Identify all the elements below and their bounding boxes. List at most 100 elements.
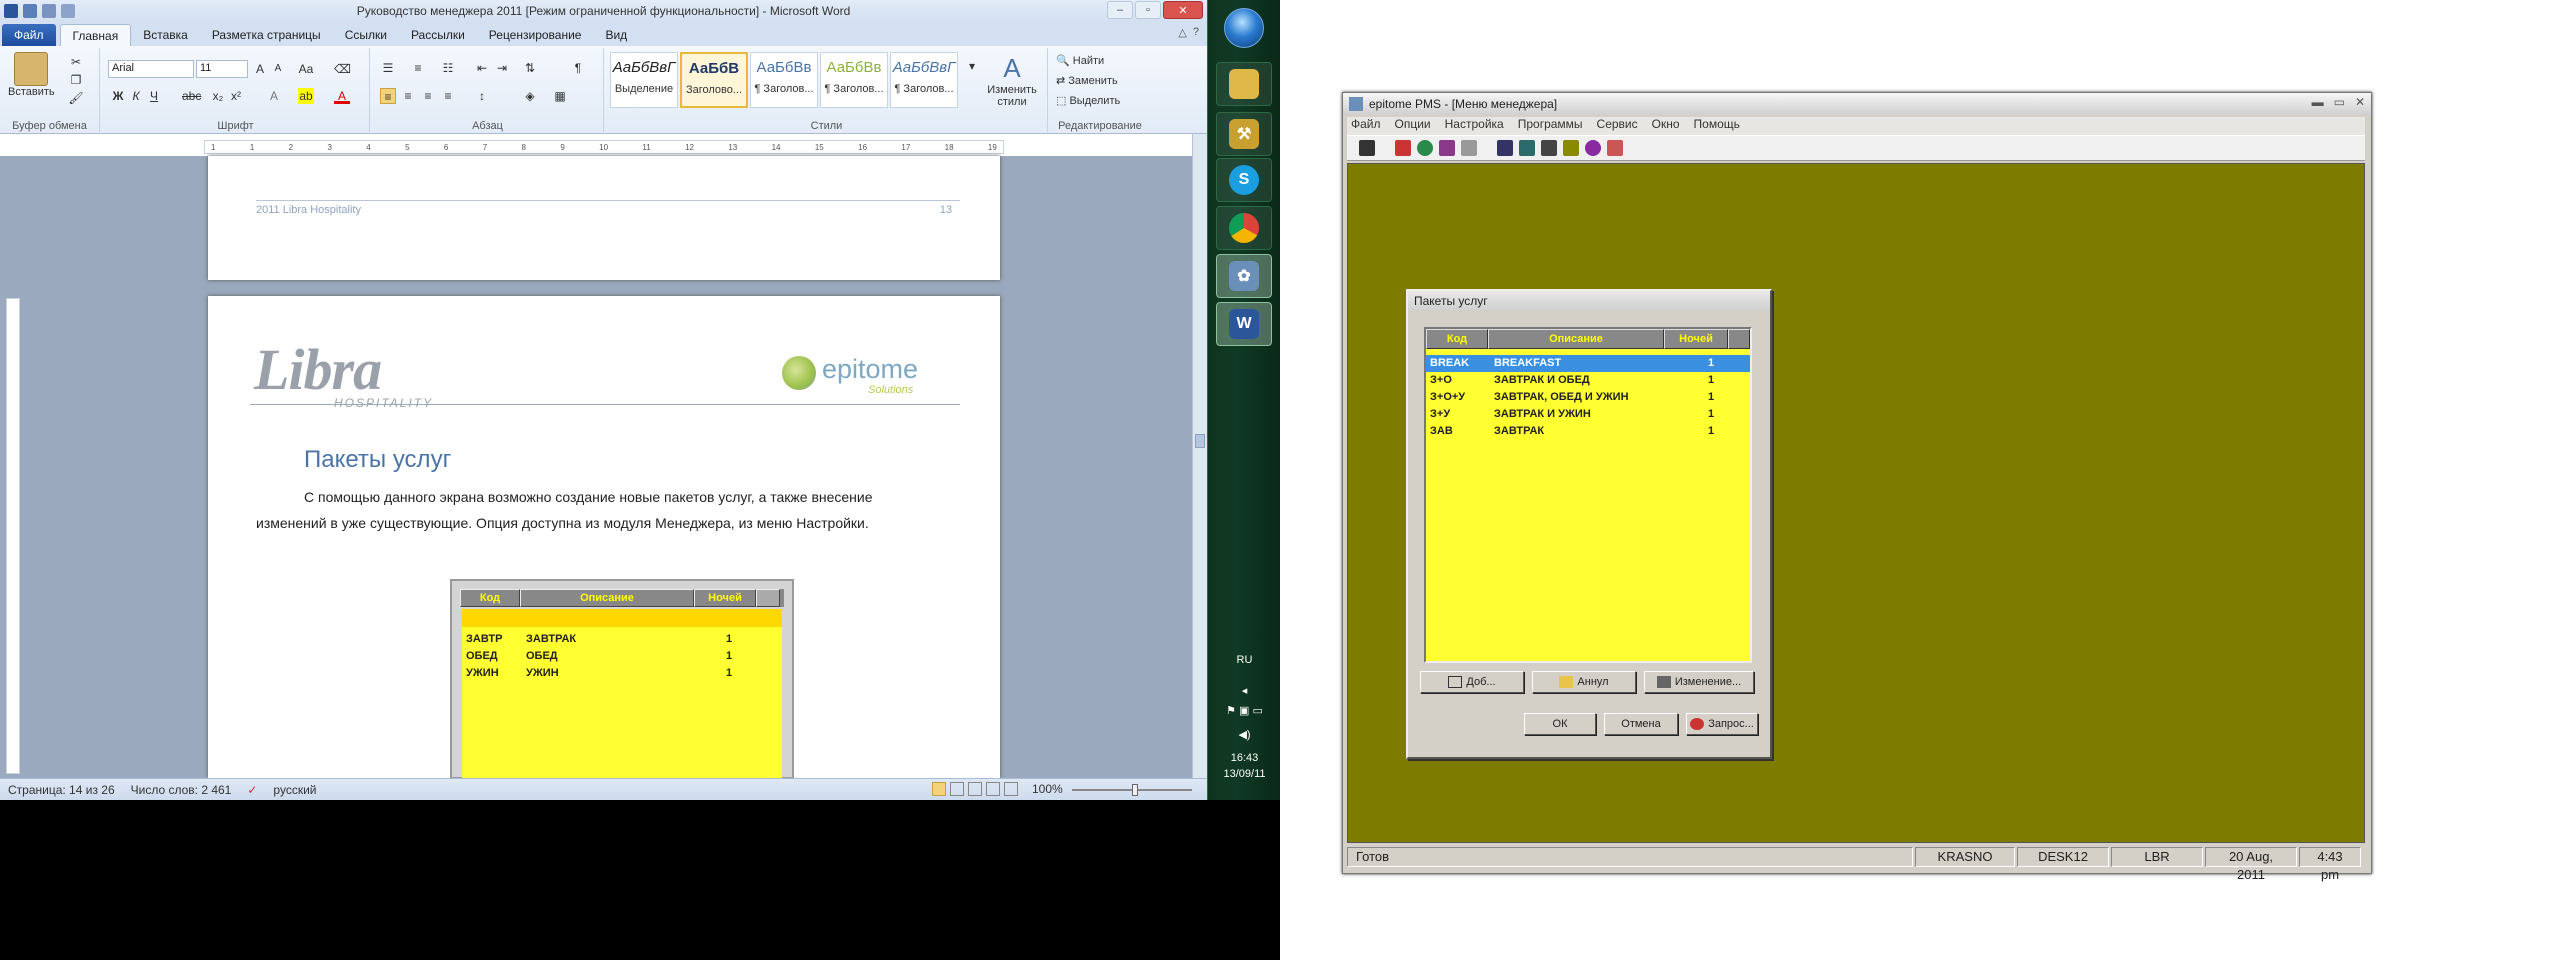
copy-icon[interactable]: ❐ (68, 72, 84, 88)
style-heading2[interactable]: АаБбВв ¶ Заголов... (750, 52, 818, 108)
cut-icon[interactable]: ✂ (68, 54, 84, 70)
epi-close-button[interactable]: ✕ (2355, 95, 2365, 109)
underline-icon[interactable]: Ч (146, 88, 162, 104)
volume-icon[interactable]: ◀) (1208, 728, 1280, 741)
tab-insert[interactable]: Вставка (131, 24, 200, 46)
bold-icon[interactable]: Ж (110, 88, 126, 104)
minimize-button[interactable]: – (1107, 1, 1133, 19)
language-indicator[interactable]: русский (265, 783, 324, 797)
numbering-icon[interactable]: ≡ (410, 60, 426, 76)
web-layout-icon[interactable] (968, 782, 982, 796)
ok-button[interactable]: ОК (1524, 713, 1596, 735)
justify-icon[interactable]: ≡ (440, 88, 456, 104)
outline-icon[interactable] (986, 782, 1000, 796)
grow-font-icon[interactable]: A (252, 61, 268, 77)
taskbar-tools[interactable]: ⚒ (1216, 112, 1272, 156)
find-button[interactable]: 🔍 Найти (1056, 54, 1104, 67)
line-spacing-icon[interactable]: ↕ (474, 88, 490, 104)
style-heading4[interactable]: АаБбВвГ ¶ Заголов... (890, 52, 958, 108)
toolbar-money-icon[interactable] (1461, 140, 1477, 156)
font-name-select[interactable]: Arial (108, 60, 194, 78)
close-dialog-button[interactable]: Отмена (1604, 713, 1678, 735)
menu-service[interactable]: Сервис (1597, 117, 1638, 135)
close-button[interactable]: ✕ (1163, 1, 1203, 19)
epi-minimize-button[interactable]: ▬ (2312, 95, 2324, 109)
vertical-scrollbar[interactable] (1192, 134, 1207, 778)
italic-icon[interactable]: К (128, 88, 144, 104)
change-case-icon[interactable]: Aa (298, 61, 314, 77)
col-code[interactable]: Код (1426, 329, 1488, 349)
taskbar-skype[interactable]: S (1216, 158, 1272, 202)
styles-scroll-icon[interactable]: ▾ (964, 58, 980, 74)
epi-maximize-button[interactable]: ▭ (2334, 95, 2345, 109)
redo-icon[interactable] (61, 4, 75, 18)
tray-icons[interactable]: ⚑ ▣ ▭ (1208, 704, 1280, 717)
table-row[interactable]: ЗАВ ЗАВТРАК 1 (1426, 423, 1750, 440)
start-button[interactable] (1224, 8, 1264, 48)
bullets-icon[interactable]: ☰ (380, 60, 396, 76)
font-size-select[interactable]: 11 (196, 60, 248, 78)
col-description[interactable]: Описание (1488, 329, 1664, 349)
toolbar-guests-icon[interactable] (1439, 140, 1455, 156)
subscript-icon[interactable]: x₂ (210, 88, 226, 104)
align-right-icon[interactable]: ≡ (420, 88, 436, 104)
change-button[interactable]: Изменение... (1644, 671, 1754, 693)
annul-button[interactable]: Аннул (1532, 671, 1636, 693)
help-icon[interactable]: ? (1193, 26, 1199, 39)
menu-programs[interactable]: Программы (1518, 117, 1583, 135)
toolbar-circle-icon[interactable] (1585, 140, 1601, 156)
select-button[interactable]: ⬚ Выделить (1056, 94, 1120, 107)
taskbar-chrome[interactable] (1216, 206, 1272, 250)
epitome-window-icon[interactable] (1349, 97, 1363, 111)
toolbar-chef-icon[interactable] (1541, 140, 1557, 156)
change-styles-button[interactable]: A Изменить стили (982, 52, 1042, 108)
undo-icon[interactable] (42, 4, 56, 18)
sort-icon[interactable]: ⇅ (522, 60, 538, 76)
draft-icon[interactable] (1004, 782, 1018, 796)
format-painter-icon[interactable]: 🖌 (68, 90, 84, 106)
toolbar-globe-icon[interactable] (1417, 140, 1433, 156)
font-color-icon[interactable]: A (334, 88, 350, 104)
page-current[interactable]: Libra HOSPITALITY epitome Solutions Паке… (208, 296, 1000, 779)
print-layout-icon[interactable] (932, 782, 946, 796)
clear-format-icon[interactable]: ⌫ (334, 61, 351, 77)
text-effects-icon[interactable]: A (266, 88, 282, 104)
superscript-icon[interactable]: x² (228, 88, 244, 104)
toolbar-exit-icon[interactable] (1359, 140, 1375, 156)
tab-references[interactable]: Ссылки (333, 24, 399, 46)
zoom-level[interactable]: 100% (1032, 782, 1063, 796)
menu-help[interactable]: Помощь (1694, 117, 1740, 135)
ribbon-minimize-icon[interactable]: △ (1178, 26, 1186, 39)
proofing-icon[interactable]: ✓ (239, 783, 265, 797)
packages-grid[interactable]: Код Описание Ночей BREAK BREAKFAST 1 З+О ЗА… (1424, 327, 1752, 663)
menu-settings[interactable]: Настройка (1445, 117, 1504, 135)
menu-options[interactable]: Опции (1395, 117, 1431, 135)
word-count[interactable]: Число слов: 2 461 (123, 783, 240, 797)
toolbar-grid-icon[interactable] (1497, 140, 1513, 156)
table-row[interactable]: З+О+У ЗАВТРАК, ОБЕД И УЖИН 1 (1426, 389, 1750, 406)
page-count[interactable]: Страница: 14 из 26 (0, 783, 123, 797)
word-app-icon[interactable] (4, 4, 18, 18)
clock-date[interactable]: 13/09/11 (1208, 768, 1280, 780)
horizontal-ruler[interactable]: 1 1 2 3 4 5 6 7 8 9 10 11 12 13 14 15 16 17 18 19 (204, 140, 1004, 154)
toolbar-lifebuoy-icon[interactable] (1607, 140, 1623, 156)
vertical-ruler[interactable] (6, 298, 20, 774)
clock-time[interactable]: 16:43 (1208, 752, 1280, 764)
style-heading1[interactable]: АаБбВ Заголово... (680, 52, 748, 108)
toolbar-book-icon[interactable] (1519, 140, 1535, 156)
strikethrough-icon[interactable]: abc (182, 88, 201, 104)
menu-file[interactable]: Файл (1351, 117, 1381, 135)
maximize-button[interactable]: ▫ (1135, 1, 1161, 19)
style-emphasis[interactable]: АаБбВвГ Выделение (610, 52, 678, 108)
taskbar-epitome[interactable]: ✿ (1216, 254, 1272, 298)
toolbar-bolt-icon[interactable] (1563, 140, 1579, 156)
tab-page-layout[interactable]: Разметка страницы (200, 24, 333, 46)
col-nights[interactable]: Ночей (1664, 329, 1728, 349)
borders-icon[interactable]: ▦ (552, 88, 568, 104)
shading-icon[interactable]: ◈ (522, 88, 538, 104)
replace-button[interactable]: ⇄ Заменить (1056, 74, 1118, 87)
decrease-indent-icon[interactable]: ⇤ (474, 60, 490, 76)
tab-mailings[interactable]: Рассылки (399, 24, 477, 46)
tab-view[interactable]: Вид (593, 24, 639, 46)
language-bar[interactable]: RU (1208, 654, 1280, 666)
